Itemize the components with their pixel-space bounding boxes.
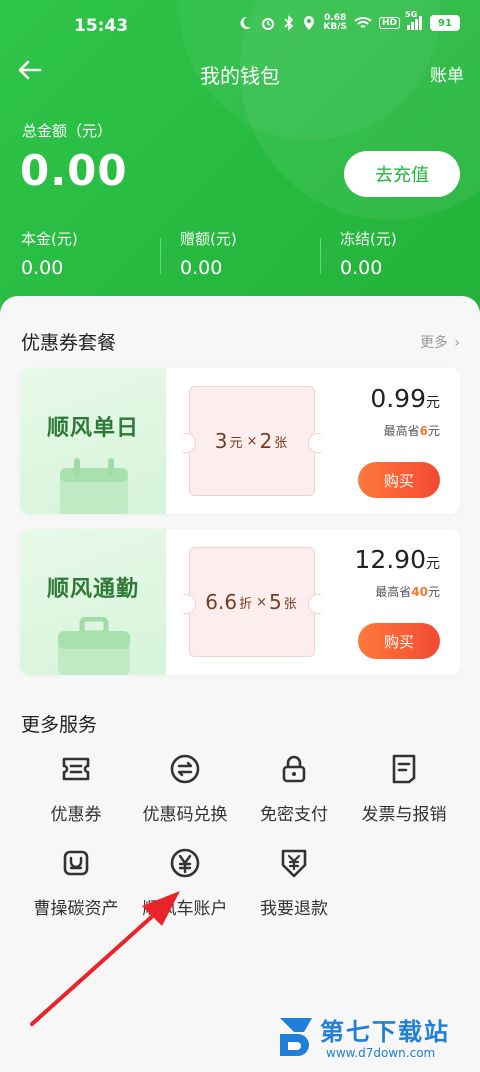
carbon-icon [63, 850, 89, 876]
principal-value: 0.00 [21, 257, 64, 279]
moon-icon [237, 15, 253, 31]
refund-icon [281, 849, 307, 878]
coupon-package-card[interactable]: 顺风通勤 6.6 折 × 5 张 12.90元 最高省40元 购买 [20, 529, 460, 675]
services-section-title: 更多服务 [21, 714, 98, 736]
package-price: 12.90元 [354, 545, 440, 574]
coupon-ticket: 6.6 折 × 5 张 [183, 547, 321, 657]
bonus-balance: 赠额(元) 0.00 [180, 228, 320, 279]
service-carbon-assets[interactable]: 曹操碳资产 [16, 846, 136, 919]
exchange-icon [170, 754, 200, 784]
package-banner: 顺风单日 [20, 368, 166, 514]
status-bar: 15:43 0.68 KB/S HD 5G 91 [0, 0, 480, 44]
total-amount-label: 总金额（元） [22, 122, 113, 140]
invoice-icon [392, 754, 416, 784]
watermark-url: www.d7down.com [326, 1046, 436, 1060]
site-logo-icon [280, 1018, 312, 1056]
service-password-free-pay[interactable]: 免密支付 [234, 752, 354, 825]
service-refund[interactable]: 我要退款 [234, 846, 354, 919]
service-code-exchange[interactable]: 优惠码兑换 [125, 752, 245, 825]
buy-button[interactable]: 购买 [358, 623, 440, 659]
package-name: 顺风单日 [46, 416, 139, 441]
wallet-header: 15:43 0.68 KB/S HD 5G 91 我的钱包 账单 总金额（元） … [0, 0, 480, 330]
lock-icon [282, 755, 306, 783]
signal-icon: 5G [405, 10, 423, 30]
divider [320, 238, 321, 274]
service-coupon[interactable]: 优惠券 [16, 752, 136, 825]
service-hitchhike-account[interactable]: 顺风车账户 [125, 846, 245, 919]
package-max-saving: 最高省40元 [375, 585, 440, 599]
buy-button[interactable]: 购买 [358, 462, 440, 498]
alarm-icon [260, 15, 276, 31]
bonus-label: 赠额(元) [180, 230, 237, 248]
total-amount-value: 0.00 [20, 146, 128, 195]
location-icon [302, 15, 316, 31]
watermark-title: 第七下载站 [320, 1018, 450, 1046]
frozen-label: 冻结(元) [340, 230, 397, 248]
more-link[interactable]: 更多 › [420, 332, 460, 352]
net-speed: 0.68 KB/S [323, 13, 347, 32]
divider [160, 238, 161, 274]
wallet-content: 优惠券套餐 更多 › 顺风单日 3 元 × 2 张 0.99元 最高省6元 购买… [0, 296, 480, 1072]
package-name: 顺风通勤 [46, 577, 139, 602]
package-price: 0.99元 [370, 384, 440, 413]
nav-bar: 我的钱包 账单 [0, 52, 480, 92]
status-time: 15:43 [74, 16, 129, 36]
yuan-icon [170, 848, 200, 878]
chevron-right-icon: › [454, 335, 460, 351]
coupon-ticket: 3 元 × 2 张 [183, 386, 321, 496]
briefcase-icon [58, 617, 130, 675]
site-watermark: 第七下载站 www.d7down.com [276, 1008, 472, 1068]
bill-link[interactable]: 账单 [430, 61, 464, 86]
bluetooth-icon [283, 15, 295, 31]
balance-breakdown: 本金(元) 0.00 赠额(元) 0.00 冻结(元) 0.00 [0, 228, 480, 288]
bonus-value: 0.00 [180, 257, 223, 279]
battery-icon: 91 [430, 15, 460, 31]
recharge-button[interactable]: 去充值 [344, 151, 460, 197]
calendar-icon [60, 458, 128, 514]
principal-label: 本金(元) [21, 230, 78, 248]
service-invoice[interactable]: 发票与报销 [344, 752, 464, 825]
coupon-package-card[interactable]: 顺风单日 3 元 × 2 张 0.99元 最高省6元 购买 [20, 368, 460, 514]
page-title: 我的钱包 [200, 64, 280, 88]
frozen-balance: 冻结(元) 0.00 [340, 228, 480, 279]
coupon-icon [62, 757, 90, 781]
principal-balance: 本金(元) 0.00 [21, 228, 161, 279]
wifi-icon [354, 16, 372, 30]
coupon-section-title: 优惠券套餐 [21, 332, 117, 354]
package-banner: 顺风通勤 [20, 529, 166, 675]
package-max-saving: 最高省6元 [383, 424, 440, 438]
hd-icon: HD [378, 17, 400, 29]
frozen-value: 0.00 [340, 257, 383, 279]
